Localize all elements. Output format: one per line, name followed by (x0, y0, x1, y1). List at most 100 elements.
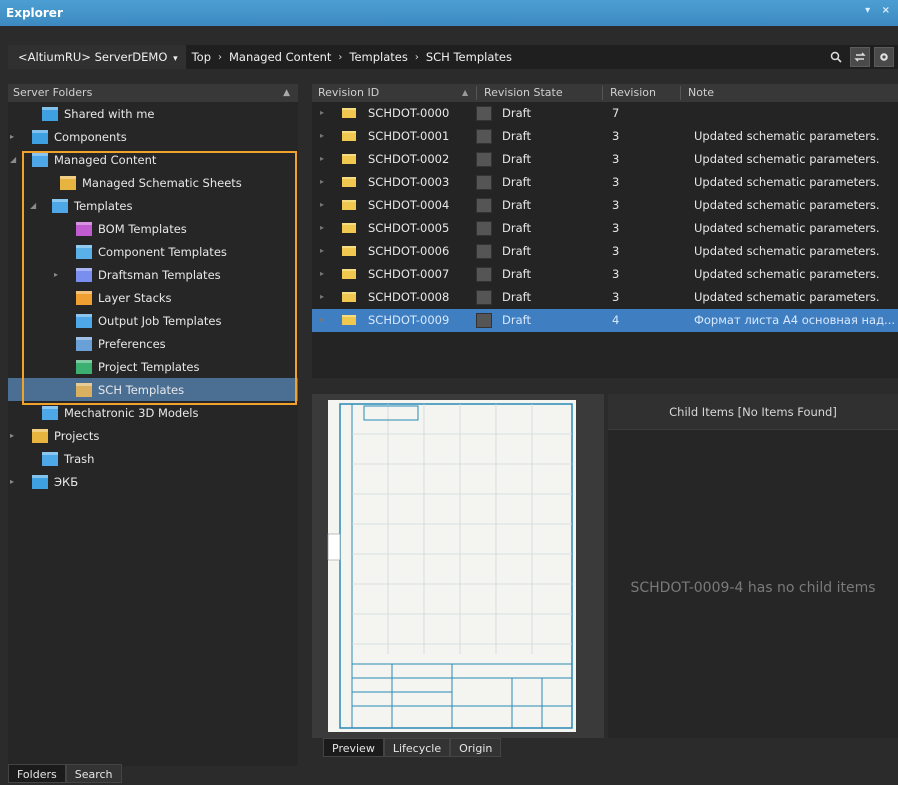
search-icon[interactable] (826, 47, 846, 67)
state-swatch (476, 129, 492, 144)
revision-note: Updated schematic parameters. (694, 129, 880, 143)
tree-item-templates[interactable]: ◢ Templates (8, 194, 298, 217)
expander-icon[interactable]: ▸ (54, 270, 58, 279)
empty-state-message: SCHDOT-0009-4 has no child items (630, 580, 876, 596)
gear-icon[interactable] (874, 47, 894, 67)
revision-folder-icon (342, 246, 356, 256)
tree-item-output-job-templates[interactable]: Output Job Templates (8, 309, 298, 332)
tree-item-managed-schematic-sheets[interactable]: Managed Schematic Sheets (8, 171, 298, 194)
tree-item-label: SCH Templates (98, 382, 185, 397)
tree-item-components[interactable]: ▸ Components (8, 125, 298, 148)
state-swatch (476, 175, 492, 190)
refresh-icon[interactable] (850, 47, 870, 67)
breadcrumb-top[interactable]: Top (186, 45, 217, 69)
state-swatch (476, 106, 492, 121)
child-items-header: Child Items [No Items Found] (608, 394, 898, 430)
expander-icon[interactable]: ▸ (320, 108, 324, 117)
state-swatch (476, 198, 492, 213)
tree-item-draftsman-templates[interactable]: ▸ Draftsman Templates (8, 263, 298, 286)
expander-icon[interactable]: ▸ (320, 131, 324, 140)
tree-item-label: ЭКБ (54, 474, 79, 489)
tab-lifecycle[interactable]: Lifecycle (383, 738, 451, 757)
expander-icon[interactable]: ▸ (320, 246, 324, 255)
components-folder-icon (32, 129, 48, 144)
revision-note: Updated schematic parameters. (694, 267, 880, 281)
table-row[interactable]: ▸ SCHDOT-0003 Draft 3 Updated schematic para… (312, 171, 898, 194)
tab-preview[interactable]: Preview (323, 738, 384, 757)
revision-note: Updated schematic parameters. (694, 221, 880, 235)
tree-item-layer-stacks[interactable]: Layer Stacks (8, 286, 298, 309)
expander-icon[interactable]: ▸ (320, 292, 324, 301)
left-panel-tabs: Folders Search (8, 764, 122, 785)
expander-icon[interactable]: ▸ (320, 223, 324, 232)
tab-folders[interactable]: Folders (8, 764, 66, 783)
tree-item-label: BOM Templates (98, 221, 187, 236)
tree-item-projects[interactable]: ▸ Projects (8, 424, 298, 447)
revision-folder-icon (342, 223, 356, 233)
expander-icon[interactable]: ▸ (320, 177, 324, 186)
table-row[interactable]: ▸ SCHDOT-0002 Draft 3 Updated schematic para… (312, 148, 898, 171)
collapse-icon[interactable]: ▲ (283, 84, 290, 102)
tree-item-trash[interactable]: Trash (8, 447, 298, 470)
window-controls[interactable]: ▾ × (865, 5, 894, 16)
shared-folder-icon (42, 106, 58, 121)
tree-item-bom-templates[interactable]: BOM Templates (8, 217, 298, 240)
tree-item-label: Layer Stacks (98, 290, 172, 305)
tree-item-preferences[interactable]: Preferences (8, 332, 298, 355)
tab-search[interactable]: Search (65, 764, 122, 783)
expander-icon[interactable]: ◢ (30, 201, 36, 210)
table-row[interactable]: ▸ SCHDOT-0009 Draft 4 Формат листа А4 основн… (312, 309, 898, 332)
revision-state: Draft (502, 244, 531, 258)
column-revision-state[interactable]: Revision State (484, 84, 563, 102)
revision-note: Updated schematic parameters. (694, 244, 880, 258)
sheet-template-preview (327, 400, 576, 732)
column-revision-id[interactable]: Revision ID (318, 84, 379, 102)
breadcrumb-sch-templates[interactable]: SCH Templates (420, 45, 518, 69)
expander-icon[interactable]: ▸ (320, 315, 324, 324)
column-note[interactable]: Note (688, 84, 714, 102)
revision-state: Draft (502, 152, 531, 166)
tree-item-label: Projects (54, 428, 100, 443)
table-row[interactable]: ▸ SCHDOT-0008 Draft 3 Updated schematic para… (312, 286, 898, 309)
server-selector[interactable]: <AltiumRU> ServerDEMO ▾ (8, 45, 186, 69)
table-row[interactable]: ▸ SCHDOT-0005 Draft 3 Updated schematic para… (312, 217, 898, 240)
tree-item-component-templates[interactable]: Component Templates (8, 240, 298, 263)
tree-item-экб[interactable]: ▸ ЭКБ (8, 470, 298, 493)
tree-item-label: Shared with me (64, 106, 155, 121)
revision-folder-icon (342, 131, 356, 141)
table-row[interactable]: ▸ SCHDOT-0000 Draft 7 (312, 102, 898, 125)
revision-id: SCHDOT-0009 (368, 313, 450, 327)
table-row[interactable]: ▸ SCHDOT-0007 Draft 3 Updated schematic para… (312, 263, 898, 286)
tree-item-label: Project Templates (98, 359, 200, 374)
expander-icon[interactable]: ▸ (320, 269, 324, 278)
table-row[interactable]: ▸ SCHDOT-0001 Draft 3 Updated schematic para… (312, 125, 898, 148)
breadcrumb-managed-content[interactable]: Managed Content (223, 45, 337, 69)
column-revision[interactable]: Revision (610, 84, 656, 102)
expander-icon[interactable]: ▸ (10, 477, 14, 486)
tab-origin[interactable]: Origin (450, 738, 502, 757)
revision-id: SCHDOT-0002 (368, 152, 450, 166)
revision-note: Формат листа А4 основная над... (694, 313, 894, 327)
expander-icon[interactable]: ▸ (320, 154, 324, 163)
tree-item-shared-with-me[interactable]: Shared with me (8, 102, 298, 125)
revision-number: 3 (612, 221, 620, 235)
tree-item-mechatronic-3d-models[interactable]: Mechatronic 3D Models (8, 401, 298, 424)
tree-item-label: Components (54, 129, 127, 144)
revision-state: Draft (502, 106, 531, 120)
projects-folder-icon (32, 428, 48, 443)
expander-icon[interactable]: ▸ (10, 431, 14, 440)
expander-icon[interactable]: ▸ (10, 132, 14, 141)
table-row[interactable]: ▸ SCHDOT-0006 Draft 3 Updated schematic para… (312, 240, 898, 263)
expander-icon[interactable]: ▸ (320, 200, 324, 209)
revision-folder-icon (342, 269, 356, 279)
revision-number: 3 (612, 152, 620, 166)
expander-icon[interactable]: ◢ (10, 155, 16, 164)
tree-item-label: Mechatronic 3D Models (64, 405, 199, 420)
tree-item-managed-content[interactable]: ◢ Managed Content (8, 148, 298, 171)
revision-state: Draft (502, 290, 531, 304)
table-row[interactable]: ▸ SCHDOT-0004 Draft 3 Updated schematic para… (312, 194, 898, 217)
output-job-folder-icon (76, 313, 92, 328)
tree-item-project-templates[interactable]: Project Templates (8, 355, 298, 378)
breadcrumb-templates[interactable]: Templates (343, 45, 413, 69)
tree-item-sch-templates[interactable]: SCH Templates (8, 378, 298, 401)
